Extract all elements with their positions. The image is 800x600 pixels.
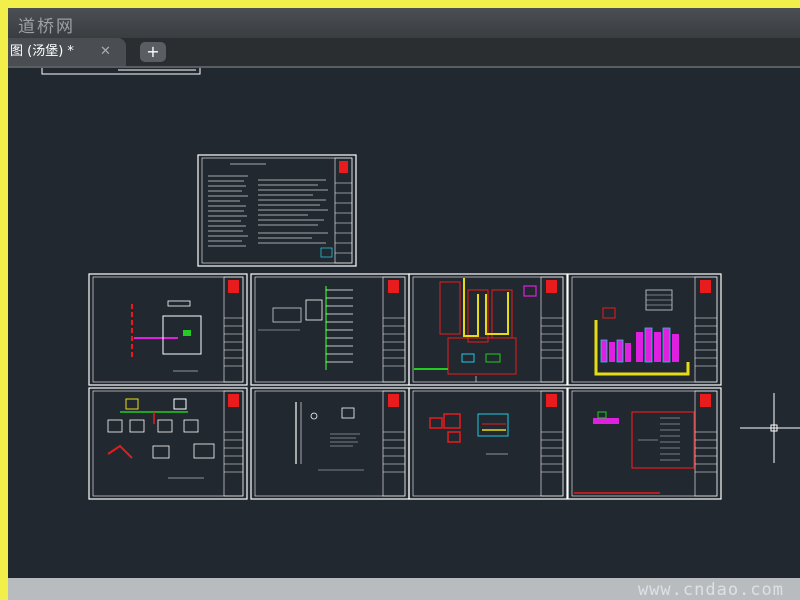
- sheet-row1-col4[interactable]: [567, 273, 722, 386]
- status-bar: www.cndao.com: [8, 578, 800, 600]
- tab-drawing-label: 图 (汤堡) *: [10, 44, 74, 59]
- sheet-row2-col2[interactable]: [250, 387, 410, 500]
- site-watermark: www.cndao.com: [637, 580, 784, 600]
- tab-drawing[interactable]: 图 (汤堡) * ✕: [8, 38, 126, 66]
- new-tab-button[interactable]: +: [140, 42, 166, 62]
- application-window: 道桥网 图 (汤堡) * ✕ + www.cndao.com: [0, 0, 800, 600]
- sheet-row2-col1[interactable]: [88, 387, 248, 500]
- drawing-canvas[interactable]: [8, 68, 800, 578]
- plus-icon: +: [146, 42, 160, 61]
- sheet-row1-col2[interactable]: [250, 273, 410, 386]
- close-icon[interactable]: ✕: [100, 38, 111, 66]
- title-bar[interactable]: 道桥网: [8, 8, 800, 38]
- sheet-row2-col3[interactable]: [408, 387, 568, 500]
- partial-sheet: [41, 68, 201, 75]
- title-watermark: 道桥网: [18, 17, 75, 37]
- crosshair-cursor-icon: [740, 393, 800, 463]
- drawing-layout: [41, 68, 800, 500]
- sheet-row1-col1[interactable]: [88, 273, 248, 386]
- sheet-design-notes[interactable]: [197, 154, 357, 267]
- sheet-row1-col3[interactable]: [408, 273, 568, 386]
- document-tab-bar: 图 (汤堡) * ✕ +: [8, 38, 800, 68]
- sheet-row2-col4[interactable]: [567, 387, 722, 500]
